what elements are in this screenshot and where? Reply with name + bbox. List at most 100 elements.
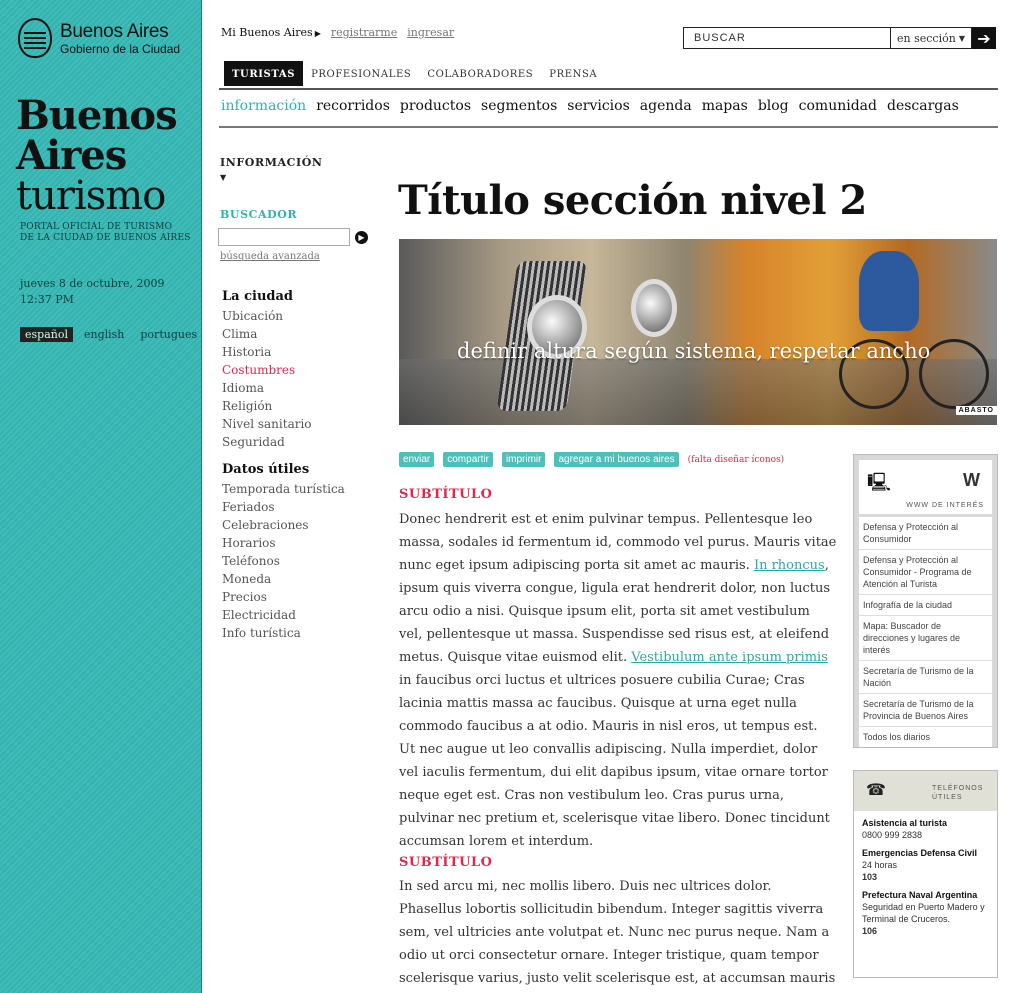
tab-prensa[interactable]: PRENSA — [541, 61, 605, 86]
sidebar-item-ubicacion[interactable]: Ubicación — [222, 307, 312, 325]
sidebar-item-electricidad[interactable]: Electricidad — [222, 606, 345, 624]
register-link[interactable]: registrarme — [331, 26, 397, 39]
logo-line1: Buenos Aires — [60, 20, 169, 42]
current-date: jueves 8 de octubre, 2009 — [20, 277, 165, 290]
www-link-infografia[interactable]: Infografía de la ciudad — [859, 594, 992, 615]
tab-profesionales[interactable]: PROFESIONALES — [303, 61, 419, 86]
body-paragraph-2: In sed arcu mi, nec mollis libero. Duis … — [399, 879, 836, 986]
sidebar-search-input[interactable] — [218, 228, 350, 246]
sidebar-item-feriados[interactable]: Feriados — [222, 498, 345, 516]
nav-descargas[interactable]: descargas — [887, 98, 959, 114]
logo-line2: Gobierno de la Ciudad — [60, 41, 181, 56]
tel-number[interactable]: 106 — [862, 925, 989, 937]
sidebar-item-seguridad[interactable]: Seguridad — [222, 433, 312, 451]
tab-colaboradores[interactable]: COLABORADORES — [419, 61, 541, 86]
tel-line: Seguridad en Puerto Madero y Terminal de… — [862, 902, 985, 924]
subtitle-1: SUBTÍTULO — [399, 487, 493, 502]
nav-segmentos[interactable]: segmentos — [481, 98, 557, 114]
sidebar-item-horarios[interactable]: Horarios — [222, 534, 345, 552]
sidebar-item-idioma[interactable]: Idioma — [222, 379, 312, 397]
sidebar-item-historia[interactable]: Historia — [222, 343, 312, 361]
search-submit-button[interactable]: ➔ — [972, 27, 996, 49]
in-rhoncus-link[interactable]: In rhoncus — [754, 558, 825, 573]
sidebar-search-go-icon[interactable]: ▶ — [355, 231, 368, 244]
www-link-secretaria-provincia[interactable]: Secretaría de Turismo de la Provincia de… — [859, 693, 992, 726]
caret-down-icon: ▼ — [220, 172, 227, 182]
site-search: BUSCAR en sección ▼ ➔ — [683, 27, 996, 49]
computer-icon: 🖳 — [867, 472, 892, 493]
www-box-label: WWW DE INTERÉS — [906, 502, 984, 509]
sidebar-item-precios[interactable]: Precios — [222, 588, 345, 606]
search-scope-select[interactable]: en sección ▼ — [891, 27, 972, 49]
send-button[interactable]: enviar — [399, 452, 435, 467]
add-to-mi-ba-button[interactable]: agregar a mi buenos aires — [554, 452, 679, 467]
mi-label: Mi Buenos Aires — [221, 26, 313, 39]
www-link-defensa-programa[interactable]: Defensa y Protección al Consumidor - Pro… — [859, 549, 992, 594]
mi-buenos-aires-link[interactable]: Mi Buenos Aires ▶ — [221, 26, 321, 39]
www-link-diarios[interactable]: Todos los diarios — [859, 726, 992, 747]
chevron-down-icon: ▼ — [958, 33, 965, 43]
sidebar-item-moneda[interactable]: Moneda — [222, 570, 345, 588]
ciudad-list: La ciudad Ubicación Clima Historia Costu… — [222, 288, 312, 451]
hero-caption: definir altura según sistema, respetar a… — [457, 339, 931, 363]
audience-tabs: TURISTAS PROFESIONALES COLABORADORES PRE… — [224, 61, 605, 86]
lang-english[interactable]: english — [79, 327, 129, 342]
sidebar-item-clima[interactable]: Clima — [222, 325, 312, 343]
nav-productos[interactable]: productos — [400, 98, 471, 114]
tel-number[interactable]: 0800 999 2838 — [862, 829, 989, 841]
www-link-secretaria-nacion[interactable]: Secretaría de Turismo de la Nación — [859, 660, 992, 693]
lang-espanol[interactable]: español — [20, 327, 73, 342]
tel-title: Asistencia al turista — [862, 818, 948, 828]
page-title: Título sección nivel 2 — [398, 177, 867, 224]
tel-label-1: TELÉFONOS — [932, 785, 984, 792]
section-heading[interactable]: INFORMACIÓN ▼ — [220, 156, 323, 182]
nav-agenda[interactable]: agenda — [640, 98, 692, 114]
nav-blog[interactable]: blog — [758, 98, 789, 114]
tel-box-header: ☎ TELÉFONOS ÚTILES — [854, 771, 997, 811]
nav-mapas[interactable]: mapas — [702, 98, 748, 114]
site-title[interactable]: Buenos Aires turismo — [16, 96, 178, 217]
left-brand-panel: Buenos Aires Gobierno de la Ciudad Bueno… — [0, 0, 202, 993]
nav-recorridos[interactable]: recorridos — [316, 98, 390, 114]
gobierno-logo[interactable]: Buenos Aires Gobierno de la Ciudad — [18, 18, 180, 58]
www-interes-box: 🖳 W WWW DE INTERÉS Defensa y Protección … — [853, 454, 998, 748]
p1-text-b: , ipsum quis viverra congue, ligula erat… — [399, 558, 831, 665]
sidebar-item-costumbres[interactable]: Costumbres — [222, 361, 312, 379]
section-nav: información recorridos productos segment… — [221, 98, 959, 114]
hero-cyclist — [859, 251, 919, 331]
datos-heading[interactable]: Datos útiles — [222, 461, 345, 479]
sidebar-item-info-turistica[interactable]: Info turística — [222, 624, 345, 642]
vestibulum-link[interactable]: Vestibulum ante ipsum primis — [631, 650, 828, 665]
sidebar-item-celebraciones[interactable]: Celebraciones — [222, 516, 345, 534]
login-link[interactable]: ingresar — [407, 26, 454, 39]
sidebar-item-telefonos[interactable]: Teléfonos — [222, 552, 345, 570]
nav-servicios[interactable]: servicios — [567, 98, 629, 114]
sidebar-item-nivel-sanitario[interactable]: Nivel sanitario — [222, 415, 312, 433]
sidebar-item-temporada[interactable]: Temporada turística — [222, 480, 345, 498]
search-input[interactable]: BUSCAR — [683, 27, 891, 49]
print-button[interactable]: imprimir — [501, 452, 546, 467]
portal-line1: PORTAL OFICIAL DE TURISMO — [20, 222, 173, 232]
www-link-mapa[interactable]: Mapa: Buscador de direcciones y lugares … — [859, 615, 992, 660]
advanced-search-link[interactable]: búsqueda avanzada — [220, 251, 320, 262]
ciudad-heading[interactable]: La ciudad — [222, 288, 312, 306]
lang-portugues[interactable]: portugues — [135, 327, 202, 342]
telephone-icon: ☎ — [866, 780, 886, 799]
share-button[interactable]: compartir — [443, 452, 493, 467]
portal-line2: DE LA CIUDAD DE BUENOS AIRES — [20, 233, 191, 243]
sidebar-item-religion[interactable]: Religión — [222, 397, 312, 415]
subtitle-2: SUBTÍTULO — [399, 855, 493, 870]
tel-line: 24 horas — [862, 860, 898, 870]
tel-item-asistencia: Asistencia al turista 0800 999 2838 — [854, 811, 997, 841]
tabs-divider — [219, 88, 998, 90]
tab-turistas[interactable]: TURISTAS — [224, 61, 304, 86]
tel-box-label: TELÉFONOS ÚTILES — [932, 784, 983, 802]
language-switcher: español english portugues — [20, 327, 202, 342]
www-link-defensa[interactable]: Defensa y Protección al Consumidor — [859, 516, 992, 549]
tel-number[interactable]: 103 — [862, 871, 989, 883]
tel-title: Prefectura Naval Argentina — [862, 890, 978, 900]
nav-comunidad[interactable]: comunidad — [799, 98, 877, 114]
body-paragraph-1: Donec hendrerit est et enim pulvinar tem… — [399, 508, 837, 853]
nav-informacion[interactable]: información — [221, 98, 306, 114]
hero-image: definir altura según sistema, respetar a… — [399, 239, 997, 425]
